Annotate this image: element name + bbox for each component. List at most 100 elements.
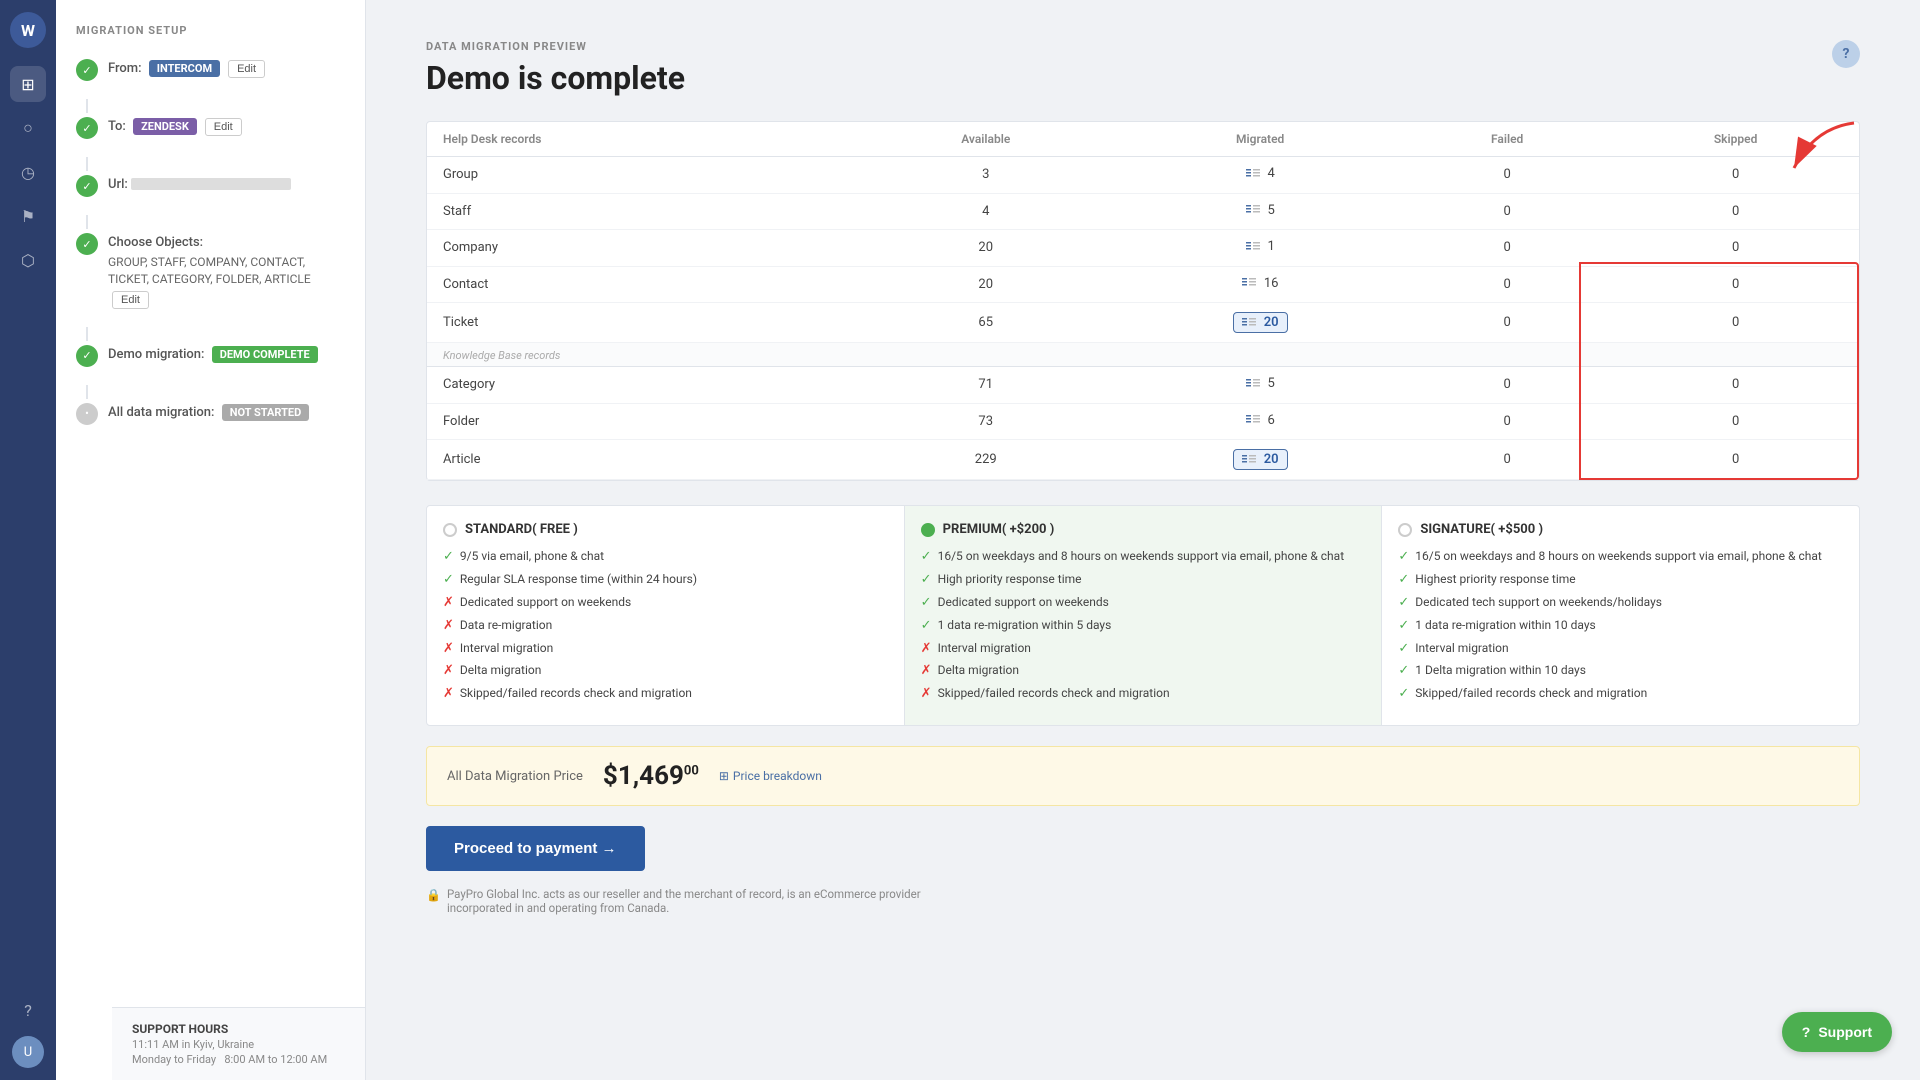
row-migrated[interactable]: 20 (1118, 303, 1402, 343)
plan-premium[interactable]: PREMIUM( +$200 ) ✓ 16/5 on weekdays and … (905, 506, 1383, 725)
app-logo[interactable]: W (10, 12, 46, 48)
row-available: 65 (853, 303, 1118, 343)
main-content: DATA MIGRATION PREVIEW Demo is complete … (366, 0, 1920, 1080)
step-to-label: To: (108, 119, 129, 134)
nav-icon-clock[interactable]: ◷ (10, 154, 46, 190)
feature-text: 1 Delta migration within 10 days (1415, 663, 1586, 679)
plan-title: PREMIUM( +$200 ) (943, 522, 1055, 537)
row-name: Category (427, 367, 853, 404)
migration-table: Help Desk records Available Migrated Fai… (427, 122, 1859, 480)
plan-standard[interactable]: STANDARD( FREE ) ✓ 9/5 via email, phone … (427, 506, 905, 725)
check-icon: ✓ (921, 549, 932, 566)
paypro-note: 🔒 PayPro Global Inc. acts as our reselle… (426, 887, 966, 915)
plan-signature[interactable]: SIGNATURE( +$500 ) ✓ 16/5 on weekdays an… (1382, 506, 1859, 725)
nav-help-icon[interactable]: ? (10, 992, 46, 1028)
plan-radio[interactable] (1398, 523, 1412, 537)
step-objects: ✓ Choose Objects: GROUP, STAFF, COMPANY,… (76, 231, 345, 309)
nav-icon-circle[interactable]: ○ (10, 110, 46, 146)
proceed-to-payment-button[interactable]: Proceed to payment → (426, 826, 645, 871)
step-icon-objects: ✓ (76, 233, 98, 255)
check-icon: ✓ (1398, 549, 1409, 566)
feature-text: Skipped/failed records check and migrati… (938, 686, 1170, 702)
cross-icon: ✗ (443, 618, 454, 635)
step-objects-edit[interactable]: Edit (112, 291, 149, 309)
migrated-cell[interactable]: 20 (1233, 312, 1288, 333)
plan-radio[interactable] (921, 523, 935, 537)
row-migrated[interactable]: 20 (1118, 440, 1402, 480)
row-name: Ticket (427, 303, 853, 343)
row-skipped: 0 (1612, 266, 1859, 303)
plan-feature: ✓ 16/5 on weekdays and 8 hours on weeken… (921, 549, 1366, 566)
feature-text: Regular SLA response time (within 24 hou… (460, 572, 697, 588)
check-icon: ✓ (1398, 686, 1409, 703)
feature-text: Data re-migration (460, 618, 552, 634)
user-avatar[interactable]: U (12, 1036, 44, 1068)
cross-icon: ✗ (921, 641, 932, 658)
price-breakdown-link[interactable]: ⊞ Price breakdown (719, 769, 822, 783)
migrated-cell[interactable]: 20 (1233, 449, 1288, 470)
row-available: 229 (853, 440, 1118, 480)
plan-feature: ✗ Delta migration (443, 663, 888, 680)
row-failed: 0 (1402, 230, 1612, 267)
step-from-edit[interactable]: Edit (228, 60, 265, 78)
step-to: ✓ To: ZENDESK Edit (76, 115, 345, 139)
plan-feature: ✓ Dedicated support on weekends (921, 595, 1366, 612)
check-icon: ✓ (443, 572, 454, 589)
plan-feature: ✗ Interval migration (921, 641, 1366, 658)
row-available: 20 (853, 230, 1118, 267)
step-to-badge: ZENDESK (133, 118, 197, 135)
support-title: SUPPORT HOURS (132, 1022, 366, 1036)
row-name: Contact (427, 266, 853, 303)
step-from-label: From: (108, 61, 145, 76)
feature-text: 1 data re-migration within 10 days (1415, 618, 1595, 634)
feature-text: Dedicated tech support on weekends/holid… (1415, 595, 1662, 611)
plan-header: PREMIUM( +$200 ) (921, 522, 1366, 537)
step-demo-label: Demo migration: (108, 347, 208, 362)
check-icon: ✓ (1398, 618, 1409, 635)
table-row: Company 20 1 0 0 (427, 230, 1859, 267)
cross-icon: ✗ (443, 595, 454, 612)
row-migrated: 5 (1118, 193, 1402, 230)
pricing-plans: STANDARD( FREE ) ✓ 9/5 via email, phone … (426, 505, 1860, 726)
feature-text: Delta migration (460, 663, 541, 679)
nav-icon-hex[interactable]: ⬡ (10, 242, 46, 278)
row-migrated: 6 (1118, 403, 1402, 440)
plan-radio[interactable] (443, 523, 457, 537)
help-circle-icon[interactable]: ? (1832, 40, 1860, 68)
row-migrated: 5 (1118, 367, 1402, 404)
step-alldata-badge: NOT STARTED (222, 404, 310, 421)
sidebar: W ⊞ ○ ◷ ⚑ ⬡ ? U (0, 0, 56, 1080)
row-available: 20 (853, 266, 1118, 303)
cross-icon: ✗ (443, 663, 454, 680)
table-row: Ticket 65 20 0 0 (427, 303, 1859, 343)
step-url-label: Url: (108, 177, 131, 192)
kb-label: Knowledge Base records (427, 343, 1859, 367)
table-row: Group 3 4 0 0 (427, 157, 1859, 194)
check-icon: ✓ (1398, 595, 1409, 612)
row-failed: 0 (1402, 440, 1612, 480)
row-skipped: 0 (1612, 303, 1859, 343)
migrated-cell: 5 (1246, 203, 1275, 218)
feature-text: 16/5 on weekdays and 8 hours on weekends… (938, 549, 1345, 565)
support-float-button[interactable]: ? Support (1782, 1012, 1892, 1052)
nav-icon-flag[interactable]: ⚑ (10, 198, 46, 234)
nav-icon-grid[interactable]: ⊞ (10, 66, 46, 102)
row-available: 3 (853, 157, 1118, 194)
migrated-cell: 5 (1246, 376, 1275, 391)
price-amount: $1,46900 (603, 761, 699, 791)
feature-text: Skipped/failed records check and migrati… (460, 686, 692, 702)
plan-feature: ✗ Interval migration (443, 641, 888, 658)
step-icon-alldata: • (76, 403, 98, 425)
step-alldata: • All data migration: NOT STARTED (76, 401, 345, 425)
table-row: Staff 4 5 0 0 (427, 193, 1859, 230)
col-migrated: Migrated (1118, 122, 1402, 157)
plan-feature: ✓ 1 data re-migration within 5 days (921, 618, 1366, 635)
left-panel: MIGRATION SETUP ✓ From: INTERCOM Edit ✓ … (56, 0, 366, 1080)
check-icon: ✓ (921, 595, 932, 612)
check-icon: ✓ (1398, 641, 1409, 658)
row-name: Folder (427, 403, 853, 440)
plan-header: STANDARD( FREE ) (443, 522, 888, 537)
step-icon-demo: ✓ (76, 345, 98, 367)
support-icon: ? (1802, 1024, 1811, 1040)
step-to-edit[interactable]: Edit (205, 118, 242, 136)
